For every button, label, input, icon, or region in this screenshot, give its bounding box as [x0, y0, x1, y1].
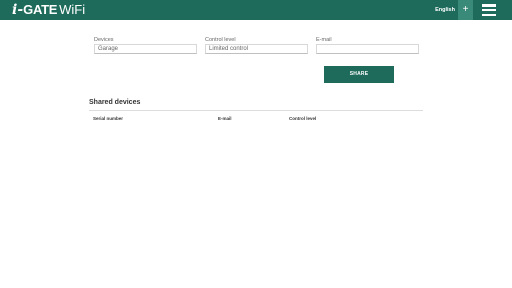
share-button[interactable]: SHARE: [324, 66, 394, 83]
column-control-level: Control level: [289, 116, 317, 121]
top-navbar: i- GATE WiFi English +: [0, 0, 512, 20]
email-input[interactable]: [316, 44, 419, 54]
shared-devices-title: Shared devices: [89, 99, 141, 106]
hamburger-menu-icon[interactable]: [482, 4, 496, 16]
control-level-label: Control level: [205, 37, 236, 43]
email-label: E-mail: [316, 37, 332, 43]
column-email: E-mail: [218, 116, 232, 121]
add-button[interactable]: +: [458, 0, 473, 20]
devices-select[interactable]: Garage: [94, 44, 197, 54]
logo-wifi: WiFi: [59, 2, 86, 17]
logo-gate: GATE: [23, 2, 58, 17]
logo-i: i-: [12, 2, 24, 18]
menu-bar: [482, 13, 496, 16]
control-level-select[interactable]: Limited control: [205, 44, 308, 54]
language-selector[interactable]: English: [432, 0, 458, 20]
menu-bar: [482, 8, 496, 12]
menu-bar: [482, 4, 496, 7]
section-divider: [89, 110, 423, 111]
column-serial-number: Serial number: [93, 116, 124, 121]
devices-label: Devices: [94, 37, 114, 43]
igate-wifi-logo[interactable]: i- GATE WiFi: [12, 2, 85, 18]
